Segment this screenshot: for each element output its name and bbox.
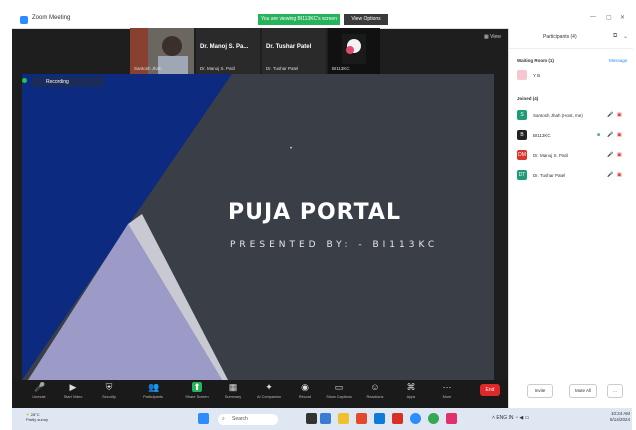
view-options-button[interactable]: View Options bbox=[344, 14, 388, 25]
search-icon: ⌕ bbox=[222, 416, 225, 422]
muted-mic-icon: 🎤 bbox=[607, 152, 614, 158]
video-tile-3[interactable]: Dr. Tushar Patel Dr. Tushar Patel bbox=[262, 28, 326, 74]
share-banner: You are viewing BI113KC's screen bbox=[258, 14, 340, 25]
message-link[interactable]: Message bbox=[609, 58, 627, 63]
zoom-logo-icon bbox=[20, 16, 28, 24]
close-icon[interactable]: ✕ bbox=[620, 14, 625, 21]
camera-icon: ▶ bbox=[69, 382, 77, 392]
slide-subtitle: PRESENTED BY: - BI113KC bbox=[230, 240, 439, 250]
show-captions-button[interactable]: ▭ Show Captions bbox=[324, 382, 354, 399]
chrome-icon[interactable] bbox=[428, 413, 439, 424]
video-off-icon: ▣ bbox=[617, 172, 622, 178]
joined-header[interactable]: Joined (4) bbox=[517, 96, 538, 101]
file-explorer-icon[interactable] bbox=[338, 413, 349, 424]
speaker-icon: ◀ bbox=[519, 415, 524, 421]
apps-button[interactable]: ⌘ Apps bbox=[396, 382, 426, 399]
muted-mic-icon: 🎤 bbox=[607, 172, 614, 178]
participants-button[interactable]: 👥 Participants bbox=[138, 382, 168, 399]
panel-header: Participants (4) ⧉ ⌄ bbox=[509, 28, 633, 49]
slide-background bbox=[22, 74, 494, 380]
share-icon: ⬆ bbox=[192, 382, 202, 392]
people-icon: 👥 bbox=[148, 382, 160, 392]
mouse-cursor-icon: • bbox=[290, 146, 293, 152]
view-label: View bbox=[490, 34, 501, 40]
taskbar-search[interactable]: ⌕ Search bbox=[218, 414, 278, 425]
recording-indicator[interactable]: Recording bbox=[32, 77, 104, 87]
security-button[interactable]: ⛨ Security bbox=[94, 382, 124, 399]
sharing-icon: ■ bbox=[597, 132, 601, 138]
more-button[interactable]: ⋯ More bbox=[432, 382, 462, 399]
video-strip: Santosh Jhah Dr. Manoj S. Pa... Dr. Mano… bbox=[130, 28, 380, 74]
avatar: DT bbox=[517, 170, 527, 180]
mic-icon: 🎤 bbox=[607, 132, 614, 138]
video-tile-2[interactable]: Dr. Manoj S. Pa... Dr. Manoj S. Patil bbox=[196, 28, 260, 74]
app-icon[interactable] bbox=[356, 413, 367, 424]
slide-title: PUJA PORTAL bbox=[228, 200, 401, 225]
video-off-icon: ▣ bbox=[617, 112, 622, 118]
edge-icon[interactable] bbox=[374, 413, 385, 424]
avatar: S bbox=[517, 110, 527, 120]
captions-icon: ▭ bbox=[334, 382, 344, 392]
avatar: B bbox=[517, 130, 527, 140]
mute-all-button[interactable]: Mute All bbox=[569, 384, 597, 398]
system-tray[interactable]: ˄ ENG IN ◔ ◀ ▭ bbox=[492, 415, 529, 421]
video-tile-1[interactable]: Santosh Jhah bbox=[130, 28, 194, 74]
windows-start-icon[interactable] bbox=[198, 413, 209, 424]
avatar bbox=[517, 70, 527, 80]
meeting-toolbar: 🎤 Unmute ▶ Start Video ⛨ Security 👥 Particip… bbox=[12, 380, 508, 408]
muted-mic-icon: 🎤 bbox=[607, 112, 614, 118]
summary-button[interactable]: ▦ Summary bbox=[218, 382, 248, 399]
video-off-icon: ▣ bbox=[617, 152, 622, 158]
popout-icon[interactable]: ⧉ bbox=[613, 33, 617, 40]
panel-title: Participants (4) bbox=[543, 34, 577, 40]
participant-row[interactable]: S Santosh Jhah (Host, me) 🎤 ▣ bbox=[517, 110, 627, 122]
smiley-icon: ☺ bbox=[370, 382, 380, 392]
video-tile-4[interactable]: BI113KC bbox=[328, 28, 380, 74]
invite-button[interactable]: Invite bbox=[527, 384, 553, 398]
store-icon[interactable] bbox=[392, 413, 403, 424]
window-title: Zoom Meeting bbox=[32, 15, 71, 21]
widgets-icon[interactable] bbox=[320, 413, 331, 424]
panel-close-icon[interactable]: ⌄ bbox=[623, 33, 628, 40]
app-icon-2[interactable] bbox=[446, 413, 457, 424]
record-button[interactable]: ◉ Record bbox=[290, 382, 320, 399]
clock[interactable]: 10:24 AM 5/14/2024 bbox=[606, 411, 630, 423]
waiting-participant-row[interactable]: Y B bbox=[517, 70, 627, 82]
record-icon: ◉ bbox=[301, 382, 309, 392]
shield-icon: ⛨ bbox=[105, 382, 113, 392]
apps-icon: ⌘ bbox=[406, 382, 416, 392]
view-icon[interactable]: ▦ View bbox=[484, 34, 501, 40]
task-view-icon[interactable] bbox=[306, 413, 317, 424]
participant-row[interactable]: B BI113KC ■ 🎤 ▣ bbox=[517, 130, 627, 142]
summary-icon: ▦ bbox=[228, 382, 238, 392]
video-off-icon: ▣ bbox=[617, 132, 622, 138]
more-options-button[interactable]: ... bbox=[607, 384, 623, 398]
chevron-up-icon: ˄ bbox=[492, 415, 495, 421]
ellipsis-icon: ⋯ bbox=[442, 382, 452, 392]
wifi-icon: ◔ bbox=[514, 415, 518, 421]
share-screen-button[interactable]: ⬆ Share Screen bbox=[182, 382, 212, 399]
minimize-icon[interactable]: — bbox=[590, 14, 596, 20]
end-meeting-button[interactable]: End bbox=[480, 384, 500, 396]
unmute-button[interactable]: 🎤 Unmute bbox=[24, 382, 54, 399]
mic-icon: 🎤 bbox=[34, 382, 46, 392]
battery-icon: ▭ bbox=[524, 415, 530, 421]
windows-taskbar: ☀ 28°C Partly sunny ⌕ Search ˄ ENG IN ◔ … bbox=[12, 408, 632, 430]
participant-row[interactable]: DT Dr. Tushar Patel 🎤 ▣ bbox=[517, 170, 627, 182]
weather-widget[interactable]: ☀ 28°C Partly sunny bbox=[26, 412, 48, 422]
maximize-icon[interactable]: ▢ bbox=[606, 14, 612, 21]
zoom-taskbar-icon[interactable] bbox=[410, 413, 421, 424]
shared-screen bbox=[22, 74, 494, 380]
start-video-button[interactable]: ▶ Start Video bbox=[58, 382, 88, 399]
reactions-button[interactable]: ☺ Reactions bbox=[360, 382, 390, 399]
ai-companion-button[interactable]: ✦ AI Companion bbox=[254, 382, 284, 399]
sparkle-icon: ✦ bbox=[265, 382, 273, 392]
participant-row[interactable]: DM Dr. Manoj S. Patil 🎤 ▣ bbox=[517, 150, 627, 162]
green-status-dot bbox=[22, 78, 27, 83]
participants-panel: Participants (4) ⧉ ⌄ Waiting Room (1) Me… bbox=[508, 28, 633, 408]
avatar: DM bbox=[517, 150, 527, 160]
waiting-room-header[interactable]: Waiting Room (1) bbox=[517, 58, 554, 63]
